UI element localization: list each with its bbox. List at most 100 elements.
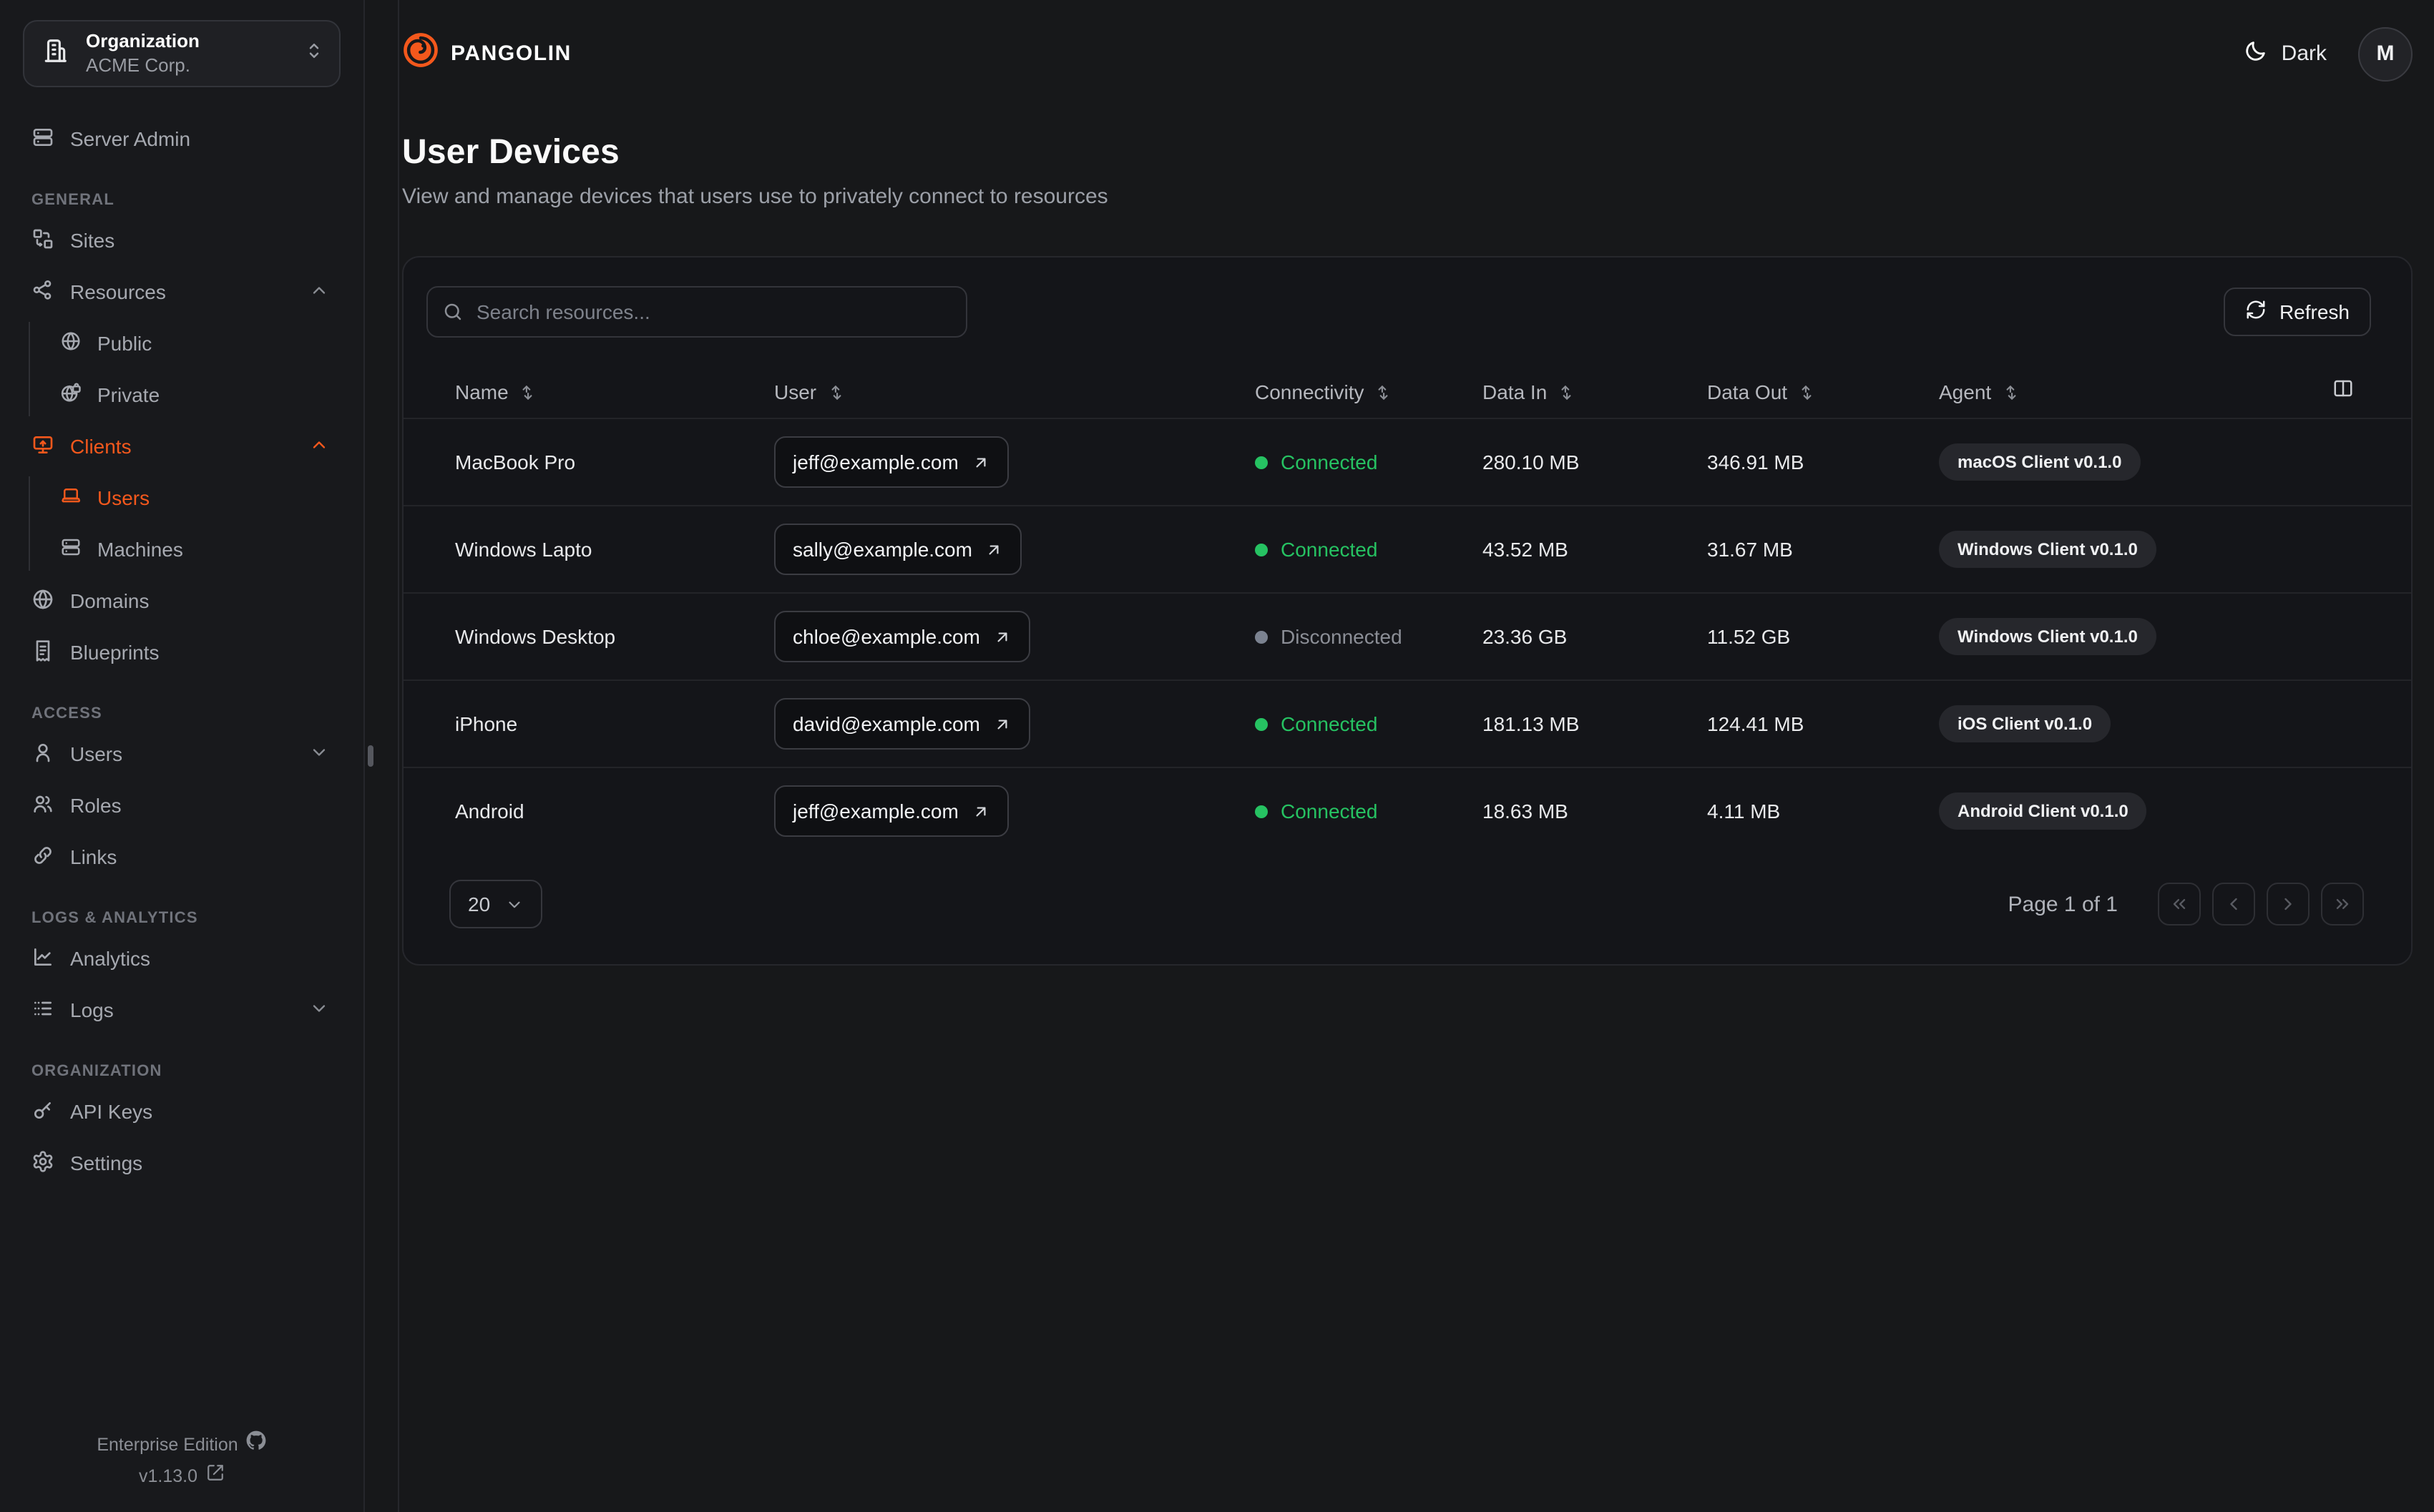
page-size-select[interactable]: 20 [449,880,542,928]
list-icon [31,996,54,1023]
sidebar-item-settings[interactable]: Settings [23,1137,341,1189]
table-footer: 20 Page 1 of 1 [404,880,2411,928]
sidebar-item-roles[interactable]: Roles [23,780,341,831]
monitor-up-icon [31,433,54,460]
agent-badge: macOS Client v0.1.0 [1939,443,2141,481]
github-icon[interactable] [247,1429,267,1461]
server-icon [60,536,82,562]
user-email: david@example.com [793,712,980,735]
agent-badge: Windows Client v0.1.0 [1939,531,2156,568]
arrow-up-right-icon [997,632,1007,642]
building-icon [41,36,69,71]
device-name: Android [455,800,524,823]
refresh-button[interactable]: Refresh [2223,288,2371,336]
sidebar-item-client-users[interactable]: Users [23,472,341,524]
data-out: 4.11 MB [1707,800,1781,823]
sidebar-item-logs[interactable]: Logs [23,984,341,1036]
sidebar-item-domains[interactable]: Domains [23,575,341,627]
brand-logo[interactable]: PANGOLIN [402,31,572,76]
globe-lock-icon [60,382,82,408]
user-link-button[interactable]: jeff@example.com [774,436,1009,488]
column-header-name[interactable]: Name [455,381,774,403]
first-page-button[interactable] [2158,883,2201,926]
sites-icon [31,227,54,254]
receipt-icon [31,639,54,666]
user-email: chloe@example.com [793,625,980,648]
device-name: iPhone [455,712,518,735]
user-email: sally@example.com [793,538,972,561]
scrollbar-thumb[interactable] [368,745,373,767]
sidebar-item-analytics[interactable]: Analytics [23,933,341,984]
search-input[interactable] [426,286,967,338]
table-header-row: Name User Connectivity Data In Data Out … [404,366,2411,418]
column-header-data-out[interactable]: Data Out [1707,381,1939,403]
section-access: ACCESS [31,705,102,722]
sort-icon [523,385,533,399]
column-header-data-in[interactable]: Data In [1482,381,1707,403]
connectivity-status: Connected [1255,712,1482,735]
sidebar-item-api-keys[interactable]: API Keys [23,1086,341,1137]
data-in: 23.36 GB [1482,625,1568,648]
user-link-button[interactable]: sally@example.com [774,524,1022,575]
agent-badge: Windows Client v0.1.0 [1939,618,2156,655]
app-root: Organization ACME Corp. Server Admin GEN… [0,0,2434,1512]
data-out: 11.52 GB [1707,625,1791,648]
table-row: Windows Desktop chloe@example.com Discon… [404,592,2411,679]
next-page-button[interactable] [2267,883,2310,926]
columns-toggle-icon[interactable] [2332,378,2354,406]
refresh-icon [2245,299,2267,325]
sidebar-item-label: Machines [97,538,183,561]
agent-badge: Android Client v0.1.0 [1939,792,2147,830]
avatar[interactable]: M [2358,26,2413,81]
sidebar-item-label: Public [97,332,152,355]
sidebar-item-server-admin[interactable]: Server Admin [23,113,341,165]
data-in: 280.10 MB [1482,451,1580,473]
table-row: iPhone david@example.com Connected 181.1… [404,679,2411,767]
prev-page-button[interactable] [2212,883,2255,926]
sidebar-item-machines[interactable]: Machines [23,524,341,575]
sidebar-item-private[interactable]: Private [23,369,341,421]
user-link-button[interactable]: jeff@example.com [774,785,1009,837]
brand-name: PANGOLIN [451,41,572,66]
version-label: v1.13.0 [138,1466,197,1486]
column-header-user[interactable]: User [774,381,1255,403]
data-out: 124.41 MB [1707,712,1804,735]
org-selector[interactable]: Organization ACME Corp. [23,20,341,87]
user-link-button[interactable]: david@example.com [774,698,1030,750]
theme-toggle[interactable]: Dark [2244,39,2327,69]
user-icon [31,740,54,767]
org-label: Organization [86,30,200,52]
key-icon [31,1098,54,1125]
page-subtitle: View and manage devices that users use t… [402,185,1108,209]
arrow-up-right-icon [997,719,1007,729]
table-row: MacBook Pro jeff@example.com Connected 2… [404,418,2411,505]
sidebar-item-label: Clients [70,435,132,458]
sidebar-footer: Enterprise Edition v1.13.0 [0,1429,363,1492]
agent-badge: iOS Client v0.1.0 [1939,705,2111,742]
sidebar-item-blueprints[interactable]: Blueprints [23,627,341,678]
org-value: ACME Corp. [86,54,190,75]
connectivity-status: Disconnected [1255,625,1482,648]
sidebar-item-users[interactable]: Users [23,728,341,780]
external-link-icon[interactable] [206,1461,225,1492]
resources-subgroup: Public Private [23,318,341,421]
data-in: 18.63 MB [1482,800,1568,823]
network-icon [31,278,54,305]
user-link-button[interactable]: chloe@example.com [774,611,1030,662]
last-page-button[interactable] [2321,883,2364,926]
sidebar-item-sites[interactable]: Sites [23,215,341,266]
sidebar-item-links[interactable]: Links [23,831,341,883]
chevron-left-icon [2230,898,2237,910]
sidebar-item-public[interactable]: Public [23,318,341,369]
scrollbar-gutter [365,0,399,1512]
top-header: PANGOLIN Dark M [402,0,2413,107]
sidebar-item-resources[interactable]: Resources [23,266,341,318]
sidebar-item-clients[interactable]: Clients [23,421,341,472]
device-name: Windows Desktop [455,625,616,648]
sidebar-item-label: Settings [70,1152,143,1174]
column-header-agent[interactable]: Agent [1939,381,2354,403]
sort-icon [1561,385,1571,399]
arrow-up-right-icon [989,544,999,554]
column-header-connectivity[interactable]: Connectivity [1255,381,1482,403]
user-email: jeff@example.com [793,800,959,823]
